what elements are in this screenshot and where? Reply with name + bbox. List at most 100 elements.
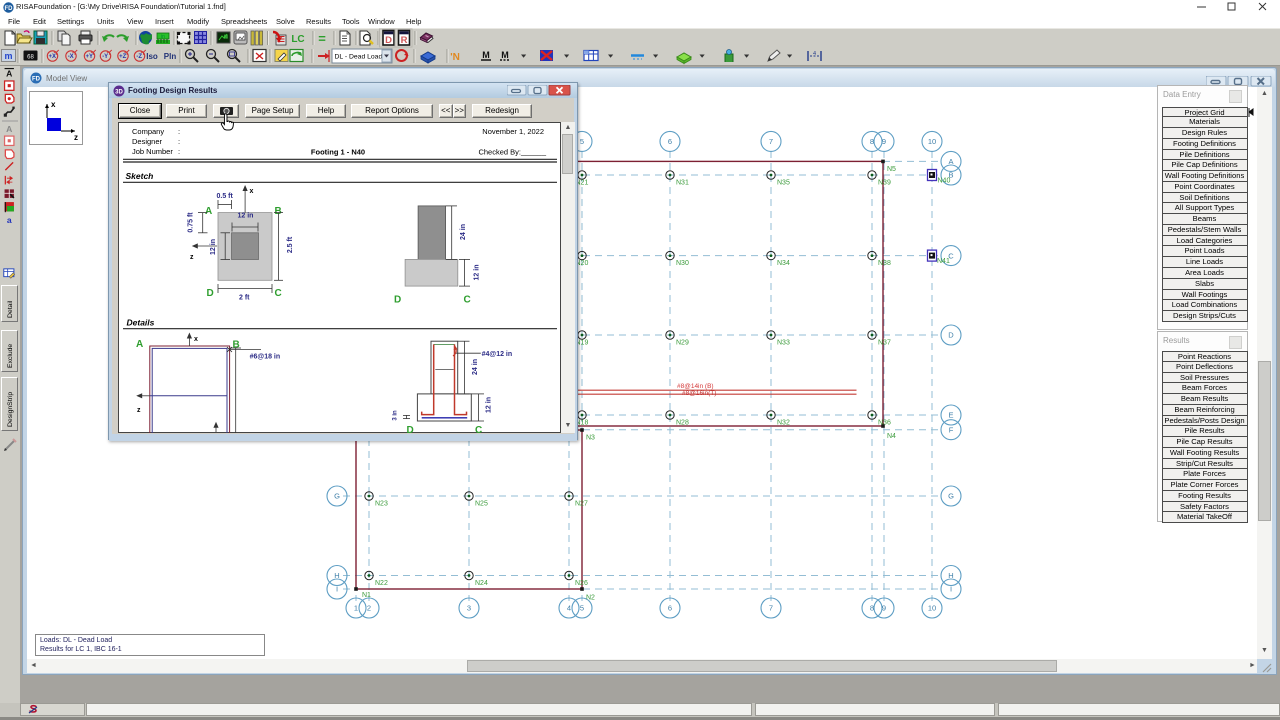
svg-text:z: z bbox=[74, 133, 78, 142]
svg-text:10: 10 bbox=[928, 137, 936, 146]
svg-text:1: 1 bbox=[354, 604, 358, 613]
svg-text:N34: N34 bbox=[777, 260, 790, 267]
svg-text:C: C bbox=[464, 295, 471, 306]
svg-text:D: D bbox=[394, 295, 401, 306]
svg-text:D: D bbox=[948, 331, 954, 340]
svg-text:0.5 ft: 0.5 ft bbox=[217, 193, 234, 200]
svg-text:2 ft: 2 ft bbox=[239, 295, 250, 302]
svg-text:#8@16in(T): #8@16in(T) bbox=[682, 390, 716, 397]
svg-text:9: 9 bbox=[882, 604, 886, 613]
svg-text:N33: N33 bbox=[777, 340, 790, 347]
svg-text:November 1, 2022: November 1, 2022 bbox=[482, 127, 544, 136]
svg-text:3D: 3D bbox=[115, 89, 123, 95]
svg-text:C: C bbox=[275, 288, 282, 299]
svg-text:12 in: 12 in bbox=[486, 397, 493, 413]
svg-text:Footing 1 - N40: Footing 1 - N40 bbox=[311, 148, 365, 157]
svg-text:Designer: Designer bbox=[132, 137, 163, 146]
svg-text:A: A bbox=[6, 124, 12, 134]
svg-text:N1: N1 bbox=[362, 592, 371, 599]
svg-text:z: z bbox=[137, 407, 141, 414]
svg-text:DL - Dead Load: DL - Dead Load bbox=[335, 54, 383, 61]
svg-text:N22: N22 bbox=[375, 580, 388, 587]
svg-text::: : bbox=[178, 137, 180, 146]
svg-text:Company: Company bbox=[132, 127, 164, 136]
svg-text:N24: N24 bbox=[475, 580, 488, 587]
svg-text::: : bbox=[178, 127, 180, 136]
svg-text:N39: N39 bbox=[878, 180, 891, 187]
svg-text:m: m bbox=[4, 51, 12, 61]
svg-text:N40: N40 bbox=[938, 178, 951, 185]
svg-text:5: 5 bbox=[580, 137, 584, 146]
svg-text:#8@14in (B): #8@14in (B) bbox=[677, 383, 714, 390]
svg-text:D: D bbox=[207, 288, 214, 299]
svg-text:N38: N38 bbox=[878, 260, 891, 267]
svg-text:-X: -X bbox=[68, 54, 74, 60]
svg-text:F: F bbox=[949, 425, 954, 434]
svg-text:3 in: 3 in bbox=[393, 410, 399, 421]
svg-text:x: x bbox=[250, 188, 254, 195]
svg-text:6: 6 bbox=[668, 604, 672, 613]
svg-text:N35: N35 bbox=[777, 180, 790, 187]
svg-text:7: 7 bbox=[769, 604, 773, 613]
svg-text:D: D bbox=[385, 35, 392, 46]
svg-text:+Y: +Y bbox=[85, 54, 93, 60]
svg-text:A: A bbox=[6, 68, 12, 78]
svg-text:N2: N2 bbox=[586, 595, 595, 602]
svg-text:2.5 ft: 2.5 ft bbox=[287, 236, 294, 253]
svg-text:9: 9 bbox=[882, 137, 886, 146]
svg-text:N31: N31 bbox=[676, 180, 689, 187]
svg-text:N36: N36 bbox=[878, 420, 891, 427]
svg-text:a: a bbox=[7, 215, 12, 225]
svg-text:z: z bbox=[190, 254, 194, 261]
svg-text:+X: +X bbox=[48, 54, 56, 60]
svg-text:5: 5 bbox=[580, 604, 584, 613]
svg-text:Sketch: Sketch bbox=[126, 171, 154, 181]
svg-text:M: M bbox=[501, 50, 509, 60]
svg-text:N25: N25 bbox=[475, 501, 488, 508]
svg-text:68: 68 bbox=[27, 55, 34, 61]
svg-text:+Z: +Z bbox=[119, 54, 127, 60]
svg-text:D: D bbox=[407, 425, 414, 433]
svg-text:3: 3 bbox=[467, 604, 471, 613]
svg-text:N23: N23 bbox=[375, 501, 388, 508]
svg-text:0.75 ft: 0.75 ft bbox=[188, 212, 195, 233]
svg-text:-Z: -Z bbox=[136, 54, 142, 60]
svg-text:N30: N30 bbox=[676, 260, 689, 267]
svg-text:Pln: Pln bbox=[164, 52, 177, 61]
svg-text:24 in: 24 in bbox=[460, 224, 467, 240]
svg-text:FD: FD bbox=[32, 77, 41, 83]
svg-text:2: 2 bbox=[367, 604, 371, 613]
svg-text:in: in bbox=[161, 34, 165, 40]
svg-text:Iso: Iso bbox=[146, 52, 158, 61]
svg-text:A: A bbox=[136, 339, 143, 350]
svg-text:N26: N26 bbox=[575, 580, 588, 587]
svg-text:N27: N27 bbox=[575, 501, 588, 508]
svg-text:=: = bbox=[318, 31, 326, 46]
svg-text:'N: 'N bbox=[450, 52, 460, 63]
svg-text:4: 4 bbox=[567, 604, 571, 613]
svg-text:x: x bbox=[51, 100, 56, 109]
svg-text:R: R bbox=[401, 35, 408, 46]
svg-text:7: 7 bbox=[769, 137, 773, 146]
svg-text::: : bbox=[178, 147, 180, 156]
svg-text:24 in: 24 in bbox=[472, 359, 479, 375]
svg-text:LC: LC bbox=[291, 34, 304, 45]
svg-text:12 in: 12 in bbox=[238, 213, 254, 220]
svg-text:B: B bbox=[233, 340, 240, 351]
svg-text:N37: N37 bbox=[878, 340, 891, 347]
svg-text:10: 10 bbox=[928, 604, 936, 613]
svg-text:I: I bbox=[950, 585, 952, 594]
svg-text:N28: N28 bbox=[676, 420, 689, 427]
svg-text:-Y: -Y bbox=[102, 54, 108, 60]
svg-text:N32: N32 bbox=[777, 420, 790, 427]
svg-text:N4: N4 bbox=[887, 433, 896, 440]
svg-text:A: A bbox=[205, 206, 212, 217]
svg-text:N3: N3 bbox=[586, 435, 595, 442]
svg-text:N5: N5 bbox=[887, 166, 896, 173]
svg-text:C: C bbox=[475, 425, 482, 433]
svg-text:Details: Details bbox=[127, 318, 155, 328]
svg-text:M: M bbox=[482, 50, 490, 60]
svg-text:6: 6 bbox=[668, 137, 672, 146]
svg-text:x: x bbox=[194, 336, 198, 343]
svg-text:Checked By:______: Checked By:______ bbox=[478, 148, 546, 157]
